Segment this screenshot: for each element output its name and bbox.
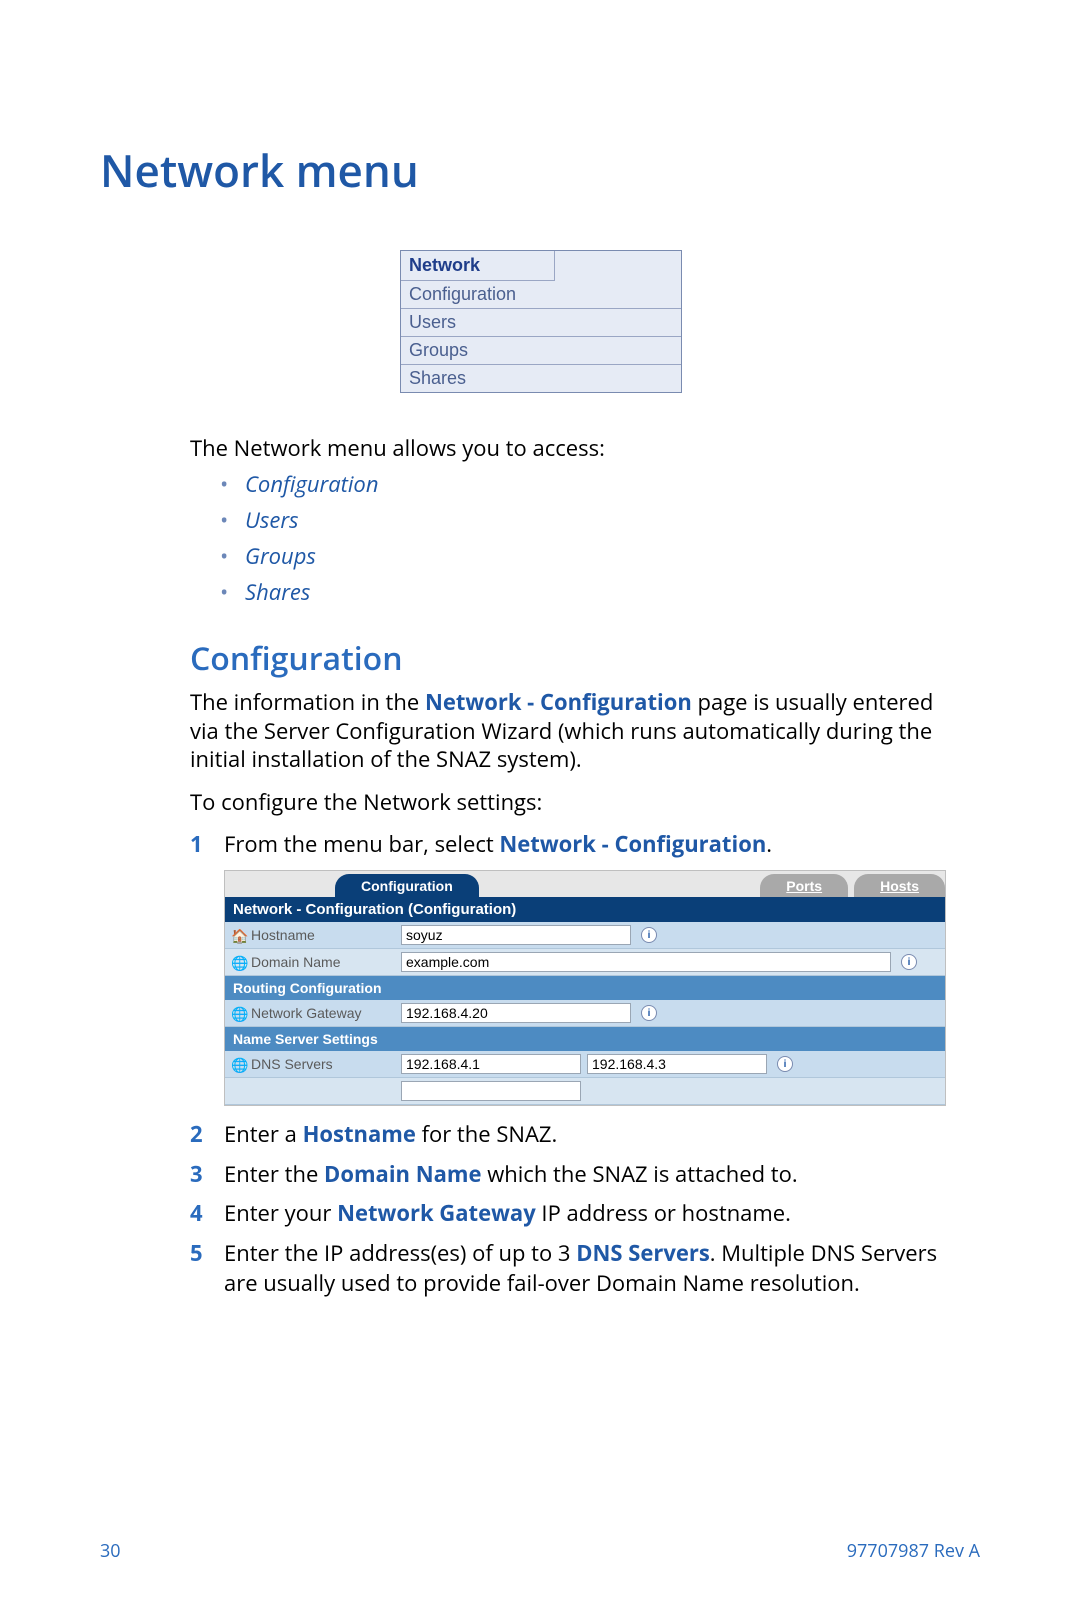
globe-icon: 🌐 bbox=[231, 1006, 247, 1020]
dns-input-2[interactable] bbox=[587, 1054, 767, 1074]
step-number: 5 bbox=[190, 1239, 224, 1298]
dns-label: DNS Servers bbox=[251, 1056, 333, 1072]
tabs-row: Configuration Ports Hosts bbox=[225, 871, 945, 897]
domain-input[interactable] bbox=[401, 952, 891, 972]
row-domain: 🌐 Domain Name i bbox=[225, 949, 945, 976]
section-para-2: To configure the Network settings: bbox=[190, 788, 950, 817]
info-icon[interactable]: i bbox=[641, 1005, 657, 1021]
page-footer: 30 97707987 Rev A bbox=[100, 1539, 980, 1563]
step-number: 2 bbox=[190, 1120, 224, 1150]
step-5: Enter the IP address(es) of up to 3 DNS … bbox=[224, 1239, 950, 1298]
config-panel: Configuration Ports Hosts Network - Conf… bbox=[224, 870, 946, 1106]
steps-list-cont: 2 Enter a Hostname for the SNAZ. 3 Enter… bbox=[190, 1120, 950, 1298]
step-3: Enter the Domain Name which the SNAZ is … bbox=[224, 1160, 950, 1190]
step-1: From the menu bar, select Network - Conf… bbox=[224, 830, 950, 860]
link-list: •Configuration •Users •Groups •Shares bbox=[220, 469, 950, 607]
page-number: 30 bbox=[100, 1539, 121, 1563]
section-para-1: The information in the Network - Configu… bbox=[190, 688, 950, 774]
home-icon: 🏠 bbox=[231, 928, 247, 942]
row-dns-2 bbox=[225, 1078, 945, 1105]
menu-item-configuration[interactable]: Configuration bbox=[401, 281, 681, 309]
menu-header: Network bbox=[401, 251, 555, 281]
info-icon[interactable]: i bbox=[901, 954, 917, 970]
link-shares[interactable]: Shares bbox=[245, 577, 310, 607]
gateway-input[interactable] bbox=[401, 1003, 631, 1023]
info-icon[interactable]: i bbox=[641, 927, 657, 943]
step-2: Enter a Hostname for the SNAZ. bbox=[224, 1120, 950, 1150]
link-groups[interactable]: Groups bbox=[245, 541, 316, 571]
tab-configuration[interactable]: Configuration bbox=[335, 874, 479, 897]
lead-paragraph: The Network menu allows you to access: bbox=[190, 433, 950, 463]
page-title: Network menu bbox=[100, 140, 980, 200]
link-users[interactable]: Users bbox=[245, 505, 299, 535]
menu-item-shares[interactable]: Shares bbox=[401, 365, 681, 392]
menu-item-users[interactable]: Users bbox=[401, 309, 681, 337]
row-dns-1: 🌐 DNS Servers i bbox=[225, 1051, 945, 1078]
section-heading: Configuration bbox=[190, 637, 950, 680]
globe-icon: 🌐 bbox=[231, 955, 247, 969]
row-hostname: 🏠 Hostname i bbox=[225, 922, 945, 949]
tab-ports[interactable]: Ports bbox=[760, 874, 848, 897]
menu-item-groups[interactable]: Groups bbox=[401, 337, 681, 365]
row-gateway: 🌐 Network Gateway i bbox=[225, 1000, 945, 1027]
dns-input-1[interactable] bbox=[401, 1054, 581, 1074]
ns-header: Name Server Settings bbox=[225, 1027, 945, 1051]
step-number: 1 bbox=[190, 830, 224, 860]
hostname-input[interactable] bbox=[401, 925, 631, 945]
domain-label: Domain Name bbox=[251, 954, 340, 970]
link-configuration[interactable]: Configuration bbox=[245, 469, 379, 499]
step-number: 3 bbox=[190, 1160, 224, 1190]
panel-titlebar: Network - Configuration (Configuration) bbox=[225, 897, 945, 922]
globe-icon: 🌐 bbox=[231, 1057, 247, 1071]
routing-header: Routing Configuration bbox=[225, 976, 945, 1000]
network-menu-box: Network Configuration Users Groups Share… bbox=[400, 250, 682, 393]
doc-id: 97707987 Rev A bbox=[847, 1539, 980, 1563]
info-icon[interactable]: i bbox=[777, 1056, 793, 1072]
dns-input-3[interactable] bbox=[401, 1081, 581, 1101]
steps-list: 1 From the menu bar, select Network - Co… bbox=[190, 830, 950, 860]
step-4: Enter your Network Gateway IP address or… bbox=[224, 1199, 950, 1229]
hostname-label: Hostname bbox=[251, 927, 315, 943]
tab-hosts[interactable]: Hosts bbox=[854, 874, 945, 897]
step-number: 4 bbox=[190, 1199, 224, 1229]
gateway-label: Network Gateway bbox=[251, 1005, 361, 1021]
